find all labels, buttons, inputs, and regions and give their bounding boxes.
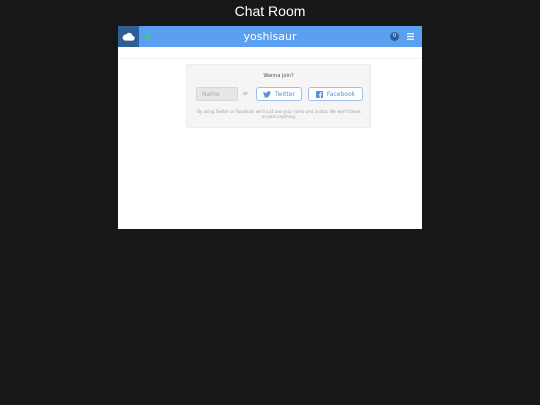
name-input[interactable] [196,87,238,101]
twitter-login-button[interactable]: Twitter [256,87,302,101]
header-divider [118,58,422,59]
twitter-icon [262,90,271,98]
chat-app-frame: yoshisaur 0 Wanna join? or Twitter Faceb… [118,26,422,229]
join-panel: Wanna join? or Twitter Facebook By using… [186,64,371,128]
login-disclaimer: By using Twitter or Facebook we'll just … [197,109,361,119]
facebook-button-label: Facebook [326,90,356,98]
page-title: Chat Room [234,3,306,19]
chat-topbar: yoshisaur 0 [118,26,422,47]
facebook-login-button[interactable]: Facebook [308,87,363,101]
user-count-badge[interactable]: 0 [390,32,399,41]
hamburger-menu-icon[interactable] [406,32,415,41]
or-label: or [243,91,249,97]
room-name: yoshisaur [243,30,297,43]
facebook-icon [315,90,323,98]
twitter-button-label: Twitter [274,90,296,98]
join-heading: Wanna join? [263,73,294,79]
